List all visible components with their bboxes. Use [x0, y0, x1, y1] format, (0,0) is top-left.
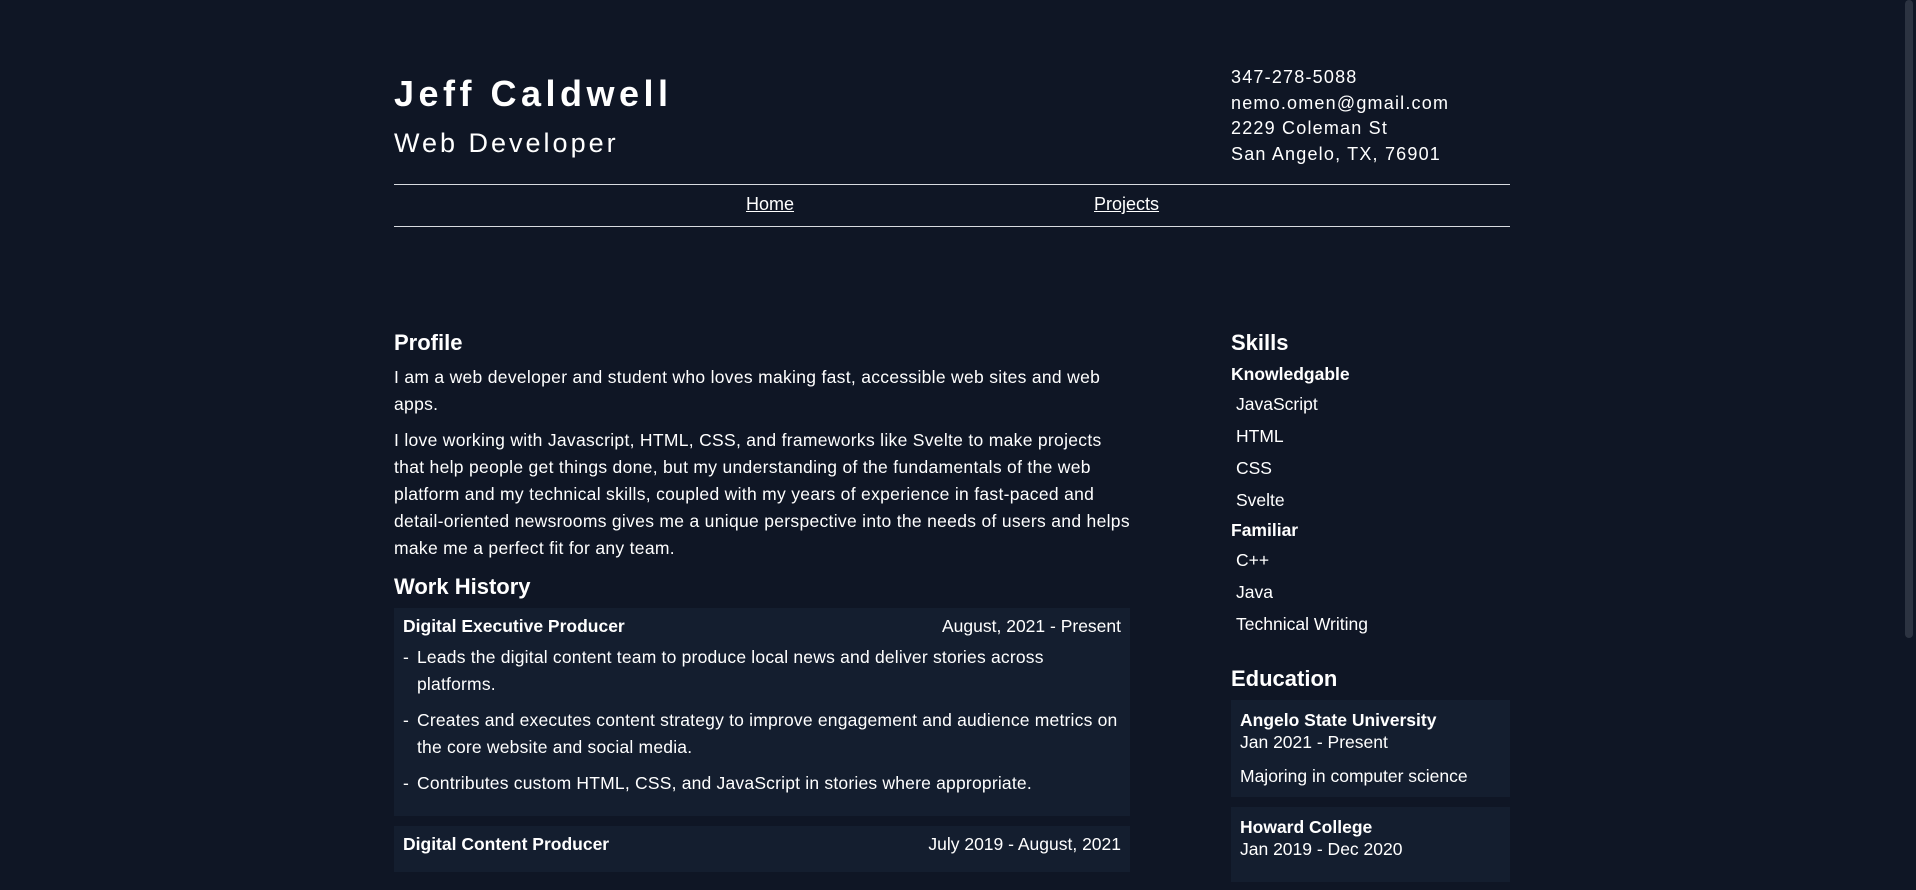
profile-paragraph: I am a web developer and student who lov…	[394, 367, 1101, 414]
skill-item: JavaScript	[1236, 394, 1318, 414]
nav-link-projects[interactable]: Projects	[1094, 194, 1159, 215]
resume-page: Jeff Caldwell Web Developer 347-278-5088…	[0, 0, 1916, 890]
skills-section: Skills Knowledgable JavaScript HTML CSS …	[1231, 330, 1510, 636]
skill-group-label: Familiar	[1231, 520, 1299, 540]
skill-item: Java	[1236, 582, 1273, 602]
job-bullet: Creates and executes content strategy to…	[403, 707, 1121, 761]
resume-container: Jeff Caldwell Web Developer 347-278-5088…	[394, 0, 1510, 882]
job-title: Web Developer	[394, 128, 619, 158]
skill-item: Technical Writing	[1236, 614, 1368, 634]
site-header: Jeff Caldwell Web Developer 347-278-5088…	[394, 0, 1510, 184]
job-header: Digital Content Producer July 2019 - Aug…	[403, 832, 1121, 856]
job-dates: July 2019 - August, 2021	[928, 834, 1121, 854]
skill-item: HTML	[1236, 426, 1284, 446]
side-column: Skills Knowledgable JavaScript HTML CSS …	[1231, 330, 1510, 890]
person-name: Jeff Caldwell	[394, 73, 673, 114]
contact-info: 347-278-5088 nemo.omen@gmail.com 2229 Co…	[1231, 65, 1449, 167]
education-school: Howard College	[1240, 817, 1373, 837]
job-bullet: Leads the digital content team to produc…	[403, 644, 1121, 698]
profile-heading: Profile	[394, 330, 463, 355]
contact-phone: 347-278-5088	[1231, 67, 1358, 87]
page-scrollbar[interactable]	[1902, 0, 1916, 890]
contact-email: nemo.omen@gmail.com	[1231, 92, 1450, 113]
contact-city: San Angelo, TX, 76901	[1231, 143, 1442, 164]
profile-section: Profile I am a web developer and student…	[394, 330, 1130, 562]
education-section: Education Angelo State University Jan 20…	[1231, 666, 1510, 882]
education-dates: Jan 2019 - Dec 2020	[1240, 839, 1403, 859]
profile-paragraph: I love working with Javascript, HTML, CS…	[394, 430, 1130, 558]
main-nav: Home Projects	[394, 184, 1510, 227]
skill-group-label: Knowledgable	[1231, 364, 1350, 384]
main-column: Profile I am a web developer and student…	[394, 330, 1130, 882]
education-school: Angelo State University	[1240, 710, 1437, 730]
job-card: Digital Content Producer July 2019 - Aug…	[394, 826, 1130, 872]
job-dates: August, 2021 - Present	[942, 616, 1121, 636]
skills-heading: Skills	[1231, 330, 1289, 355]
education-dates: Jan 2021 - Present	[1240, 732, 1388, 752]
job-role: Digital Executive Producer	[403, 616, 625, 636]
education-card: Howard College Jan 2019 - Dec 2020	[1231, 807, 1510, 882]
nav-link-home[interactable]: Home	[746, 194, 794, 215]
job-card: Digital Executive Producer August, 2021 …	[394, 608, 1130, 816]
job-bullet: Contributes custom HTML, CSS, and JavaSc…	[403, 770, 1121, 797]
contact-street: 2229 Coleman St	[1231, 118, 1389, 138]
education-heading: Education	[1231, 666, 1338, 691]
work-history-section: Work History Digital Executive Producer …	[394, 574, 1130, 872]
job-bullets: Leads the digital content team to produc…	[403, 644, 1121, 797]
scrollbar-thumb[interactable]	[1905, 0, 1913, 638]
skill-item: Svelte	[1236, 490, 1285, 510]
job-role: Digital Content Producer	[403, 834, 610, 854]
job-header: Digital Executive Producer August, 2021 …	[403, 614, 1121, 638]
skill-item: CSS	[1236, 458, 1272, 478]
education-card: Angelo State University Jan 2021 - Prese…	[1231, 700, 1510, 797]
work-history-heading: Work History	[394, 574, 531, 599]
education-note: Majoring in computer science	[1240, 766, 1468, 786]
skill-item: C++	[1236, 550, 1270, 570]
